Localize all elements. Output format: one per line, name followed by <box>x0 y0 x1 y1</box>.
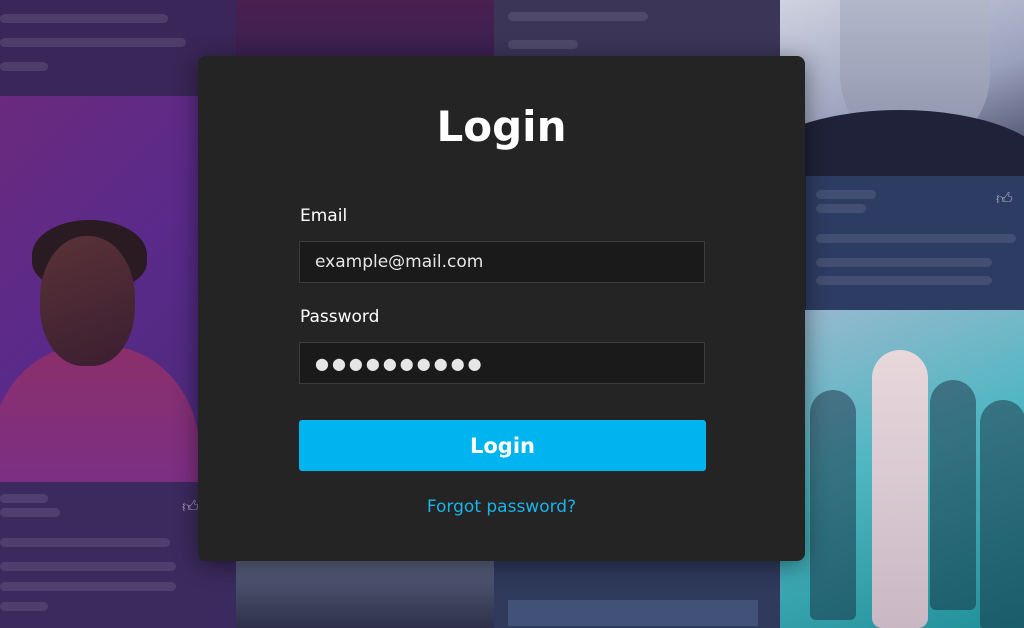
bg-card-bottom-center <box>494 560 780 628</box>
dialog-title: Login <box>436 102 567 151</box>
bg-photo-bottom-middle <box>236 560 494 628</box>
bg-placeholder-line <box>0 602 48 611</box>
bg-photo-figure <box>872 350 928 628</box>
bg-photo-figure <box>780 110 1024 176</box>
bg-placeholder-line <box>508 600 758 626</box>
login-page: 👍︎ 👍︎ Login Email example@mail.com Passw… <box>0 0 1024 628</box>
bg-placeholder-line <box>508 40 578 49</box>
bg-card-right: 👍︎ <box>806 176 1024 310</box>
bg-placeholder-line <box>816 204 866 213</box>
bg-placeholder-line <box>0 562 176 571</box>
bg-placeholder-line <box>816 258 992 267</box>
forgot-password-link[interactable]: Forgot password? <box>198 497 805 517</box>
bg-card-top-center <box>494 0 780 60</box>
bg-photo-figure <box>40 236 135 366</box>
email-field[interactable]: example@mail.com <box>299 241 705 283</box>
email-value: example@mail.com <box>315 252 484 272</box>
bg-placeholder-line <box>0 582 176 591</box>
bg-placeholder-line <box>0 538 170 547</box>
bg-photo-figure <box>930 380 976 610</box>
password-label: Password <box>300 307 380 327</box>
thumbs-up-icon: 👍︎ <box>996 189 1013 208</box>
bg-placeholder-line <box>0 508 60 517</box>
bg-photo-figure <box>980 400 1024 628</box>
bg-placeholder-line <box>816 190 876 199</box>
login-dialog: Login Email example@mail.com Password ●●… <box>198 56 805 561</box>
bg-placeholder-line <box>0 494 48 503</box>
bg-photo-figure <box>810 390 856 620</box>
bg-placeholder-line <box>0 14 168 23</box>
bg-placeholder-line <box>816 276 992 285</box>
bg-card-top-middle <box>236 0 494 60</box>
bg-placeholder-line <box>816 234 1016 243</box>
email-label: Email <box>300 206 348 226</box>
bg-placeholder-line <box>0 38 186 47</box>
password-field[interactable]: ●●●●●●●●●● <box>299 342 705 384</box>
bg-photo-left <box>0 96 198 482</box>
login-button[interactable]: Login <box>299 420 706 471</box>
bg-placeholder-line <box>508 12 648 21</box>
bg-photo-figure <box>0 346 198 482</box>
bg-photo-top-right <box>780 0 1024 176</box>
password-value: ●●●●●●●●●● <box>315 353 485 373</box>
bg-placeholder-line <box>0 62 48 71</box>
